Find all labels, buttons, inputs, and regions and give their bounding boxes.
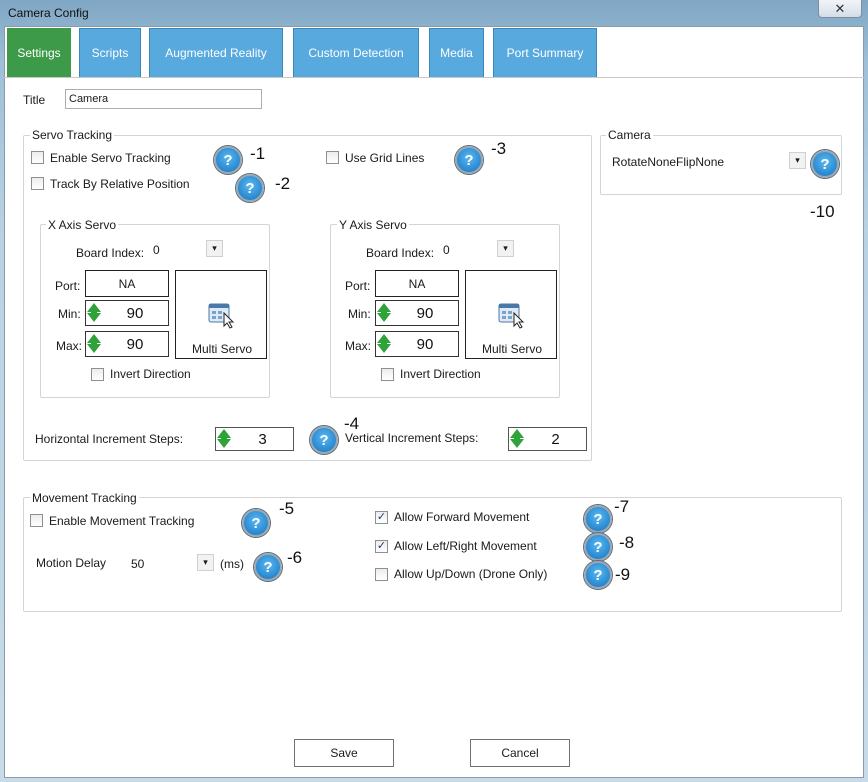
updown-arrows-icon[interactable] xyxy=(216,428,232,450)
y-board-index-select[interactable]: 0 xyxy=(443,243,450,257)
motion-delay-label: Motion Delay xyxy=(36,556,107,570)
x-multi-servo-label: Multi Servo xyxy=(191,342,253,356)
tab-settings[interactable]: Settings xyxy=(7,28,71,78)
movement-tracking-label: Movement Tracking xyxy=(30,491,139,505)
annotation-label: -8 xyxy=(619,533,635,552)
help-icon[interactable]: ? xyxy=(254,553,282,581)
y-multi-servo-button[interactable]: Multi Servo xyxy=(465,270,557,359)
x-port-field[interactable]: NA xyxy=(85,270,169,297)
x-max-label: Max: xyxy=(56,339,83,353)
tab-bar-divider xyxy=(4,77,864,78)
allow-leftright-label: Allow Left/Right Movement xyxy=(394,539,537,553)
tab-custom-detection[interactable]: Custom Detection xyxy=(293,28,419,78)
annotation-label: -5 xyxy=(279,499,295,518)
window-title: Camera Config xyxy=(8,6,89,20)
updown-arrows-icon[interactable] xyxy=(509,428,525,450)
updown-arrows-icon[interactable] xyxy=(86,333,102,355)
motion-delay-dropdown-icon[interactable]: ▾ xyxy=(197,554,214,571)
y-port-field[interactable]: NA xyxy=(375,270,459,297)
enable-movement-tracking-checkbox[interactable] xyxy=(30,514,43,527)
tab-port-summary[interactable]: Port Summary xyxy=(493,28,597,78)
x-board-index-select[interactable]: 0 xyxy=(153,243,160,257)
updown-arrows-icon[interactable] xyxy=(376,333,392,355)
updown-arrows-icon[interactable] xyxy=(86,302,102,324)
help-icon[interactable]: ? xyxy=(310,426,338,454)
y-board-index-dropdown-icon[interactable]: ▾ xyxy=(497,240,514,257)
horizontal-increment-label: Horizontal Increment Steps: xyxy=(35,432,184,446)
x-min-label: Min: xyxy=(58,307,81,321)
annotation-label: -6 xyxy=(287,548,303,567)
help-icon[interactable]: ? xyxy=(584,505,612,533)
help-icon[interactable]: ? xyxy=(584,533,612,561)
enable-servo-tracking-checkbox[interactable] xyxy=(31,151,44,164)
use-grid-lines-label: Use Grid Lines xyxy=(345,151,425,165)
multi-servo-icon xyxy=(208,303,235,329)
y-min-stepper[interactable]: 90 xyxy=(375,300,459,326)
close-icon: ✕ xyxy=(834,0,846,16)
motion-delay-unit: (ms) xyxy=(220,557,244,571)
camera-group-label: Camera xyxy=(606,128,653,142)
annotation-label: -10 xyxy=(810,202,835,221)
x-multi-servo-button[interactable]: Multi Servo xyxy=(175,270,267,359)
enable-movement-tracking-label: Enable Movement Tracking xyxy=(49,514,195,528)
title-input[interactable]: Camera xyxy=(65,89,262,109)
save-button[interactable]: Save xyxy=(294,739,394,767)
track-relative-position-checkbox[interactable] xyxy=(31,177,44,190)
x-port-label: Port: xyxy=(55,279,81,293)
camera-rotation-select[interactable]: RotateNoneFlipNone xyxy=(612,155,724,169)
track-relative-position-label: Track By Relative Position xyxy=(50,177,190,191)
tab-media[interactable]: Media xyxy=(429,28,484,78)
title-label: Title xyxy=(23,93,46,107)
tab-augmented-reality[interactable]: Augmented Reality xyxy=(149,28,283,78)
allow-updown-checkbox[interactable] xyxy=(375,568,388,581)
x-board-index-dropdown-icon[interactable]: ▾ xyxy=(206,240,223,257)
y-min-label: Min: xyxy=(348,307,371,321)
motion-delay-select[interactable]: 50 xyxy=(131,557,144,571)
annotation-label: -2 xyxy=(275,174,291,193)
y-port-label: Port: xyxy=(345,279,371,293)
help-icon[interactable]: ? xyxy=(455,146,483,174)
help-icon[interactable]: ? xyxy=(584,561,612,589)
allow-forward-checkbox[interactable]: ✓ xyxy=(375,511,388,524)
x-axis-servo-label: X Axis Servo xyxy=(46,218,119,232)
allow-leftright-checkbox[interactable]: ✓ xyxy=(375,540,388,553)
annotation-label: -9 xyxy=(615,565,631,584)
allow-updown-label: Allow Up/Down (Drone Only) xyxy=(394,567,548,581)
y-invert-direction-checkbox[interactable] xyxy=(381,368,394,381)
cancel-button[interactable]: Cancel xyxy=(470,739,570,767)
allow-forward-label: Allow Forward Movement xyxy=(394,510,530,524)
annotation-label: -7 xyxy=(614,497,630,516)
horizontal-increment-stepper[interactable]: 3 xyxy=(215,427,294,451)
x-invert-direction-label: Invert Direction xyxy=(110,367,191,381)
vertical-increment-label: Vertical Increment Steps: xyxy=(345,431,479,445)
x-max-stepper[interactable]: 90 xyxy=(85,331,169,357)
enable-servo-tracking-label: Enable Servo Tracking xyxy=(50,151,171,165)
y-invert-direction-label: Invert Direction xyxy=(400,367,481,381)
x-invert-direction-checkbox[interactable] xyxy=(91,368,104,381)
help-icon[interactable]: ? xyxy=(242,509,270,537)
multi-servo-icon xyxy=(498,303,525,329)
help-icon[interactable]: ? xyxy=(236,174,264,202)
y-max-stepper[interactable]: 90 xyxy=(375,331,459,357)
help-icon[interactable]: ? xyxy=(214,146,242,174)
x-board-index-label: Board Index: xyxy=(76,246,145,260)
camera-rotation-dropdown-icon[interactable]: ▾ xyxy=(789,152,806,169)
vertical-increment-stepper[interactable]: 2 xyxy=(508,427,587,451)
y-max-label: Max: xyxy=(345,339,372,353)
updown-arrows-icon[interactable] xyxy=(376,302,392,324)
annotation-label: -3 xyxy=(491,139,507,158)
close-button[interactable]: ✕ xyxy=(818,0,862,18)
servo-tracking-label: Servo Tracking xyxy=(30,128,115,142)
tab-scripts[interactable]: Scripts xyxy=(79,28,141,78)
use-grid-lines-checkbox[interactable] xyxy=(326,151,339,164)
help-icon[interactable]: ? xyxy=(811,150,839,178)
annotation-label: -1 xyxy=(250,144,266,163)
x-min-stepper[interactable]: 90 xyxy=(85,300,169,326)
y-multi-servo-label: Multi Servo xyxy=(481,342,543,356)
y-axis-servo-label: Y Axis Servo xyxy=(337,218,409,232)
y-board-index-label: Board Index: xyxy=(366,246,435,260)
